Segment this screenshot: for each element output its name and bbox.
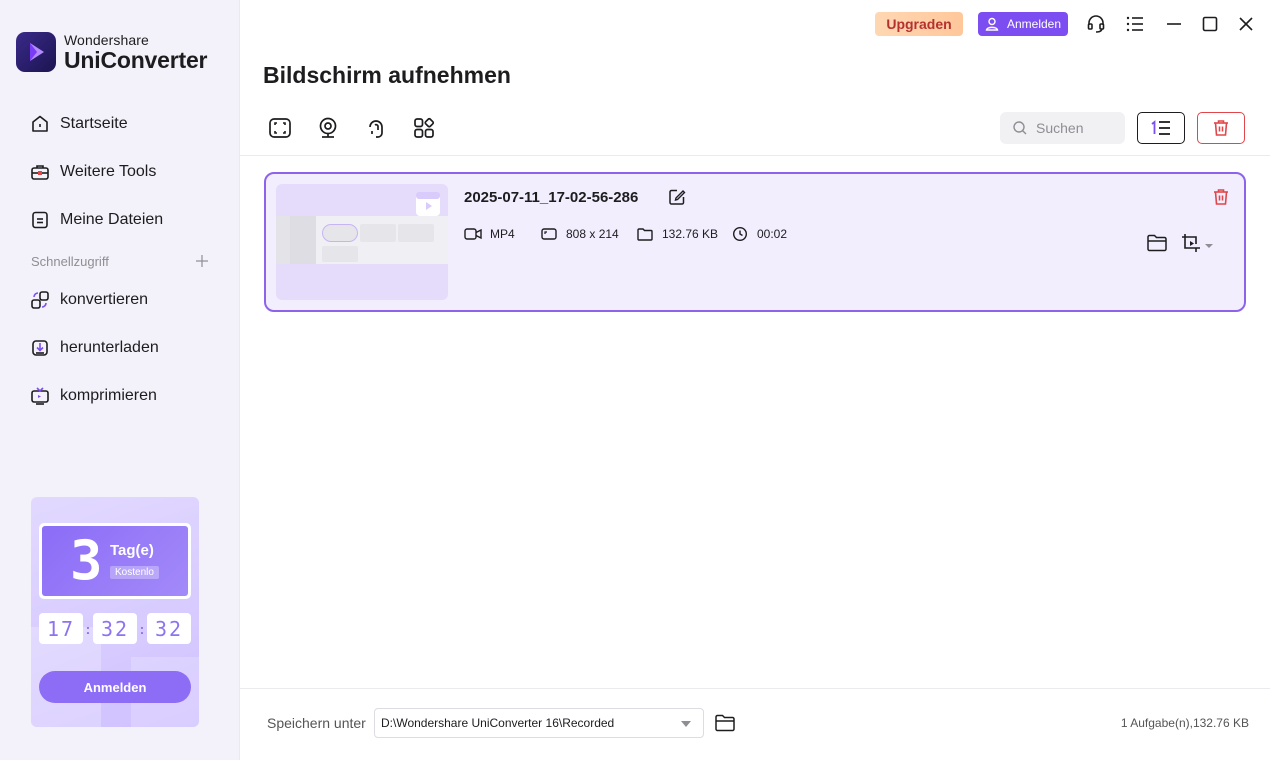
- resolution-value: 808 x 214: [566, 227, 619, 241]
- files-icon: [30, 210, 50, 230]
- quick-access-title: Schnellzugriff: [31, 254, 109, 269]
- login-button[interactable]: Anmelden: [978, 12, 1068, 36]
- more-apps-icon[interactable]: [411, 115, 437, 141]
- quick-item-label: herunterladen: [60, 339, 159, 356]
- countdown-hours: 17: [39, 613, 83, 644]
- video-camera-icon: [464, 225, 482, 243]
- save-path-value: D:\Wondershare UniConverter 16\Recorded: [381, 716, 615, 730]
- rename-edit-icon[interactable]: [668, 188, 686, 206]
- promo-login-button[interactable]: Anmelden: [39, 671, 191, 703]
- countdown-minutes: 32: [93, 613, 137, 644]
- app-logo: Wondershare UniConverter: [16, 32, 207, 72]
- quick-item-konvertieren[interactable]: konvertieren: [30, 288, 148, 312]
- screen-record-icon[interactable]: [267, 115, 293, 141]
- quick-item-label: konvertieren: [60, 291, 149, 308]
- recording-filename: 2025-07-11_17-02-56-286: [464, 189, 639, 206]
- search-icon: [1013, 121, 1027, 135]
- trial-free-tag: Kostenlo: [110, 566, 159, 579]
- save-path-select[interactable]: D:\Wondershare UniConverter 16\Recorded: [374, 708, 704, 738]
- trial-countdown: 17 : 32 : 32: [39, 613, 191, 644]
- trial-days-box: 3 Tag(e) Kostenlo: [39, 523, 191, 599]
- sidebar-item-meine-dateien[interactable]: Meine Dateien: [30, 208, 163, 232]
- size-value: 132.76 KB: [662, 227, 719, 241]
- video-file-icon: [416, 192, 440, 216]
- delete-recording-icon[interactable]: [1212, 188, 1230, 206]
- trial-promo-card: 3 Tag(e) Kostenlo 17 : 32 : 32 Anmelden: [31, 497, 199, 727]
- meta-resolution: 808 x 214: [540, 225, 619, 243]
- sidebar-item-startseite[interactable]: Startseite: [30, 112, 128, 136]
- format-value: MP4: [490, 227, 515, 241]
- support-headset-icon[interactable]: [1086, 14, 1106, 34]
- sort-list-icon: [1151, 120, 1170, 135]
- maximize-icon[interactable]: [1200, 14, 1220, 34]
- task-summary: 1 Aufgabe(n),132.76 KB: [1120, 716, 1249, 730]
- compress-icon: [30, 386, 50, 406]
- duration-value: 00:02: [757, 227, 788, 241]
- close-icon[interactable]: [1236, 14, 1256, 34]
- trial-days-label: Tag(e): [110, 542, 154, 559]
- recording-thumbnail[interactable]: [276, 184, 448, 300]
- meta-duration: 00:02: [731, 225, 787, 243]
- brand-line1: Wondershare: [64, 31, 149, 48]
- trash-icon: [1214, 120, 1228, 136]
- clock-icon: [731, 225, 749, 243]
- page-title: Bildschirm aufnehmen: [263, 62, 511, 88]
- countdown-seconds: 32: [147, 613, 191, 644]
- download-icon: [30, 338, 50, 358]
- sidebar-item-label: Weitere Tools: [60, 163, 157, 180]
- user-icon: [985, 17, 999, 31]
- convert-icon: [30, 290, 50, 310]
- uniconverter-logo-icon: [16, 32, 56, 72]
- recording-item-card[interactable]: 2025-07-11_17-02-56-286 MP4 808 x 214 13…: [264, 172, 1246, 312]
- webcam-icon[interactable]: [315, 115, 341, 141]
- sort-list-button[interactable]: [1137, 112, 1185, 144]
- menu-list-icon[interactable]: [1125, 14, 1145, 34]
- trial-days-count: 3: [70, 529, 103, 592]
- sidebar-item-label: Startseite: [60, 115, 128, 132]
- sidebar-item-label: Meine Dateien: [60, 211, 164, 228]
- home-icon: [30, 114, 50, 134]
- sidebar: Wondershare UniConverter Startseite Weit…: [0, 0, 240, 760]
- minimize-icon[interactable]: [1164, 14, 1184, 34]
- search-box[interactable]: [1000, 112, 1125, 144]
- meta-format: MP4: [464, 225, 515, 243]
- add-quick-access-icon[interactable]: [194, 253, 210, 269]
- meta-size: 132.76 KB: [636, 225, 718, 243]
- edit-video-icon[interactable]: [1180, 232, 1202, 254]
- login-label: Anmelden: [1006, 17, 1062, 31]
- quick-item-label: komprimieren: [60, 387, 157, 404]
- resolution-icon: [540, 225, 558, 243]
- audio-record-icon[interactable]: [363, 115, 389, 141]
- search-input[interactable]: [1036, 120, 1116, 136]
- sidebar-item-weitere-tools[interactable]: Weitere Tools: [30, 160, 156, 184]
- quick-item-herunterladen[interactable]: herunterladen: [30, 336, 159, 360]
- upgrade-button[interactable]: Upgraden: [875, 12, 963, 36]
- quick-item-komprimieren[interactable]: komprimieren: [30, 384, 157, 408]
- brand-line2: UniConverter: [64, 46, 208, 73]
- save-location-label: Speichern unter: [267, 715, 366, 731]
- folder-icon: [636, 225, 654, 243]
- browse-folder-icon[interactable]: [714, 712, 736, 734]
- delete-all-button[interactable]: [1197, 112, 1245, 144]
- open-folder-icon[interactable]: [1146, 232, 1168, 254]
- chevron-down-icon: [681, 721, 691, 727]
- toolbox-icon: [30, 162, 50, 182]
- chevron-down-icon[interactable]: [1204, 238, 1214, 248]
